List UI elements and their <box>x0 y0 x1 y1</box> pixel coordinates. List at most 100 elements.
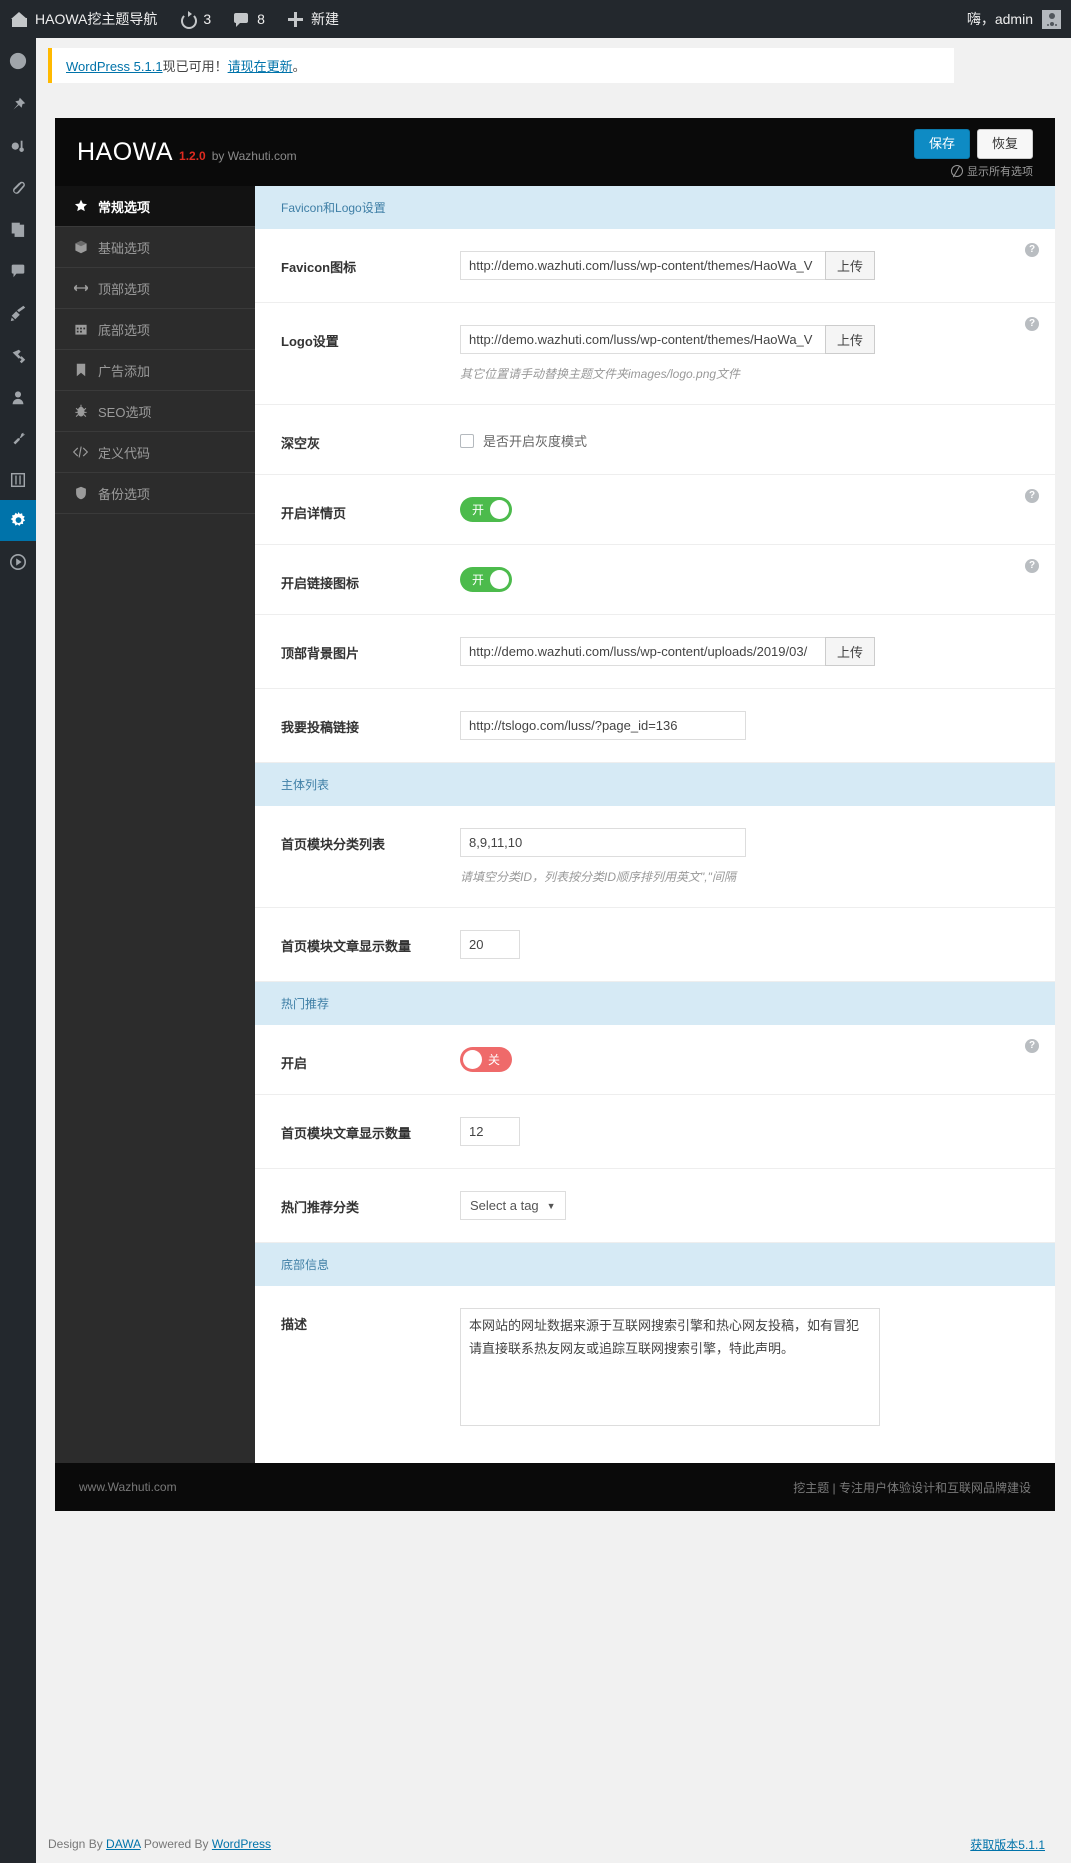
admin-bar-comments[interactable]: 8 <box>222 0 276 38</box>
tab-footer-options[interactable]: 底部选项 <box>55 309 255 350</box>
howdy-label: 嗨，admin <box>966 11 1033 27</box>
show-all-options-toggle[interactable]: 显示所有选项 <box>951 163 1033 179</box>
tab-seo-options[interactable]: SEO选项 <box>55 391 255 432</box>
theme-options-panel: HAOWA 1.2.0 by Wazhuti.com 保存 恢复 显示所有选项 … <box>55 118 1055 1511</box>
section-title: Favicon和Logo设置 <box>255 186 1055 229</box>
logo-url-input[interactable] <box>460 325 825 354</box>
chevron-down-icon: ▼ <box>546 1200 556 1211</box>
tab-label: 备份选项 <box>98 486 151 502</box>
help-icon[interactable]: ? <box>1025 489 1039 503</box>
update-now-link[interactable]: 请现在更新 <box>228 59 293 74</box>
sidebar-item-plugins[interactable] <box>0 336 36 377</box>
tab-label: 顶部选项 <box>98 281 151 297</box>
sidebar-item-tools[interactable] <box>0 418 36 459</box>
panel-header: HAOWA 1.2.0 by Wazhuti.com 保存 恢复 显示所有选项 <box>55 118 1055 186</box>
comments-icon <box>233 11 250 28</box>
toggle-knob <box>490 570 509 589</box>
brand: HAOWA 1.2.0 by Wazhuti.com <box>77 138 297 167</box>
comments-icon <box>9 261 27 279</box>
update-notice: WordPress 5.1.1现已可用！请现在更新。 <box>48 48 954 83</box>
admin-bar-my-account[interactable]: 嗨，admin <box>967 9 1071 29</box>
field-label: 热门推荐分类 <box>281 1200 360 1215</box>
favicon-upload-button[interactable]: 上传 <box>825 251 876 280</box>
logo-upload-button[interactable]: 上传 <box>825 325 876 354</box>
enable-detail-page-toggle[interactable]: 开 <box>460 497 512 522</box>
field-footer-description: 描述 本网站的网址数据来源于互联网搜索引擎和热心网友投稿，如有冒犯请直接联系热友… <box>255 1286 1055 1463</box>
panel-footer-right: 挖主题 | 专注用户体验设计和互联网品牌建设 <box>793 1480 1031 1495</box>
grayscale-checkbox[interactable] <box>460 433 474 448</box>
code-icon <box>73 445 88 460</box>
sidebar-item-appearance[interactable] <box>0 290 36 336</box>
sidebar-item-media[interactable] <box>0 126 36 167</box>
help-icon[interactable]: ? <box>1025 317 1039 331</box>
sidebar-item-pages[interactable] <box>0 208 36 249</box>
tab-general-options[interactable]: 常规选项 <box>55 186 255 227</box>
header-background-upload-button[interactable]: 上传 <box>825 637 876 666</box>
wp-admin-bar: HAOWA挖主题导航 3 8 新建 嗨，admin <box>0 0 1071 38</box>
sidebar-item-theme-options[interactable] <box>0 500 36 541</box>
sidebar-item-links[interactable] <box>0 167 36 208</box>
design-by-link[interactable]: DAWA <box>106 1837 140 1851</box>
help-icon[interactable]: ? <box>1025 559 1039 573</box>
admin-bar-site-name[interactable]: HAOWA挖主题导航 <box>0 0 168 38</box>
notice-text: WordPress 5.1.1现已可用！请现在更新。 <box>66 56 306 75</box>
home-icon <box>11 11 28 28</box>
field-label: 开启链接图标 <box>281 576 360 591</box>
brand-name: HAOWA <box>77 137 174 166</box>
tab-custom-code[interactable]: 定义代码 <box>55 432 255 473</box>
links-icon <box>9 179 27 197</box>
notice-middle-text: 现已可用！ <box>162 59 228 74</box>
hot-post-count-input[interactable] <box>460 1117 520 1146</box>
get-version-link[interactable]: 获取版本5.1.1 <box>970 1838 1045 1852</box>
sidebar-item-settings[interactable] <box>0 459 36 500</box>
help-icon[interactable]: ? <box>1025 1039 1039 1053</box>
notice-end-text: 。 <box>292 59 306 74</box>
field-enable-link-icon: 开启链接图标 开 ? <box>255 545 1055 615</box>
sidebar-item-comments[interactable] <box>0 249 36 290</box>
hot-recommend-category-select[interactable]: Select a tag ▼ <box>460 1191 566 1220</box>
help-icon[interactable]: ? <box>1025 243 1039 257</box>
footer-description-textarea[interactable]: 本网站的网址数据来源于互联网搜索引擎和热心网友投稿，如有冒犯请直接联系热友网友或… <box>460 1308 880 1426</box>
tab-header-options[interactable]: 顶部选项 <box>55 268 255 309</box>
header-background-url-input[interactable] <box>460 637 825 666</box>
powered-by-link[interactable]: WordPress <box>212 1837 271 1851</box>
tab-label: 底部选项 <box>98 322 151 338</box>
design-by-prefix: Design By <box>48 1837 103 1851</box>
tab-label: 常规选项 <box>98 199 151 215</box>
dashboard-icon <box>9 52 27 70</box>
brand-author: by Wazhuti.com <box>211 148 297 163</box>
avatar <box>1042 9 1061 29</box>
enable-link-icon-toggle[interactable]: 开 <box>460 567 512 592</box>
section-title: 热门推荐 <box>255 982 1055 1025</box>
sidebar-item-dashboard[interactable] <box>0 38 36 84</box>
sidebar-item-users[interactable] <box>0 377 36 418</box>
tab-label: SEO选项 <box>98 404 152 420</box>
pages-icon <box>9 220 27 238</box>
tab-backup-options[interactable]: 备份选项 <box>55 473 255 514</box>
home-category-list-input[interactable] <box>460 828 746 857</box>
field-label: 首页模块文章显示数量 <box>281 1126 412 1141</box>
hot-recommend-enable-toggle[interactable]: 关 <box>460 1047 512 1072</box>
save-button[interactable]: 保存 <box>913 129 970 159</box>
home-post-count-input[interactable] <box>460 930 520 959</box>
toggle-state-label: 开 <box>472 573 485 587</box>
sidebar-item-collapse-menu[interactable] <box>0 541 36 582</box>
bookmark-icon <box>73 363 88 378</box>
tab-basic-options[interactable]: 基础选项 <box>55 227 255 268</box>
submit-link-input[interactable] <box>460 711 746 740</box>
wp-footer: Design By DAWA Powered By WordPress 获取版本… <box>48 1825 1053 1863</box>
admin-bar-updates[interactable]: 3 <box>168 0 222 38</box>
field-hot-enable: 开启 关 ? <box>255 1025 1055 1095</box>
tab-label: 广告添加 <box>98 363 151 379</box>
field-label: Favicon图标 <box>281 260 357 275</box>
panel-footer: www.Wazhuti.com 挖主题 | 专注用户体验设计和互联网品牌建设 <box>55 1463 1055 1511</box>
sidebar-item-posts[interactable] <box>0 84 36 126</box>
wordpress-version-link[interactable]: WordPress 5.1.1 <box>66 59 163 74</box>
restore-button[interactable]: 恢复 <box>976 129 1033 159</box>
admin-bar-new-content[interactable]: 新建 <box>276 0 350 38</box>
appearance-brush-icon <box>9 304 27 322</box>
favicon-url-input[interactable] <box>460 251 825 280</box>
tab-ad-add[interactable]: 广告添加 <box>55 350 255 391</box>
field-label: 我要投稿链接 <box>281 720 360 735</box>
field-label: 首页模块文章显示数量 <box>281 939 412 954</box>
